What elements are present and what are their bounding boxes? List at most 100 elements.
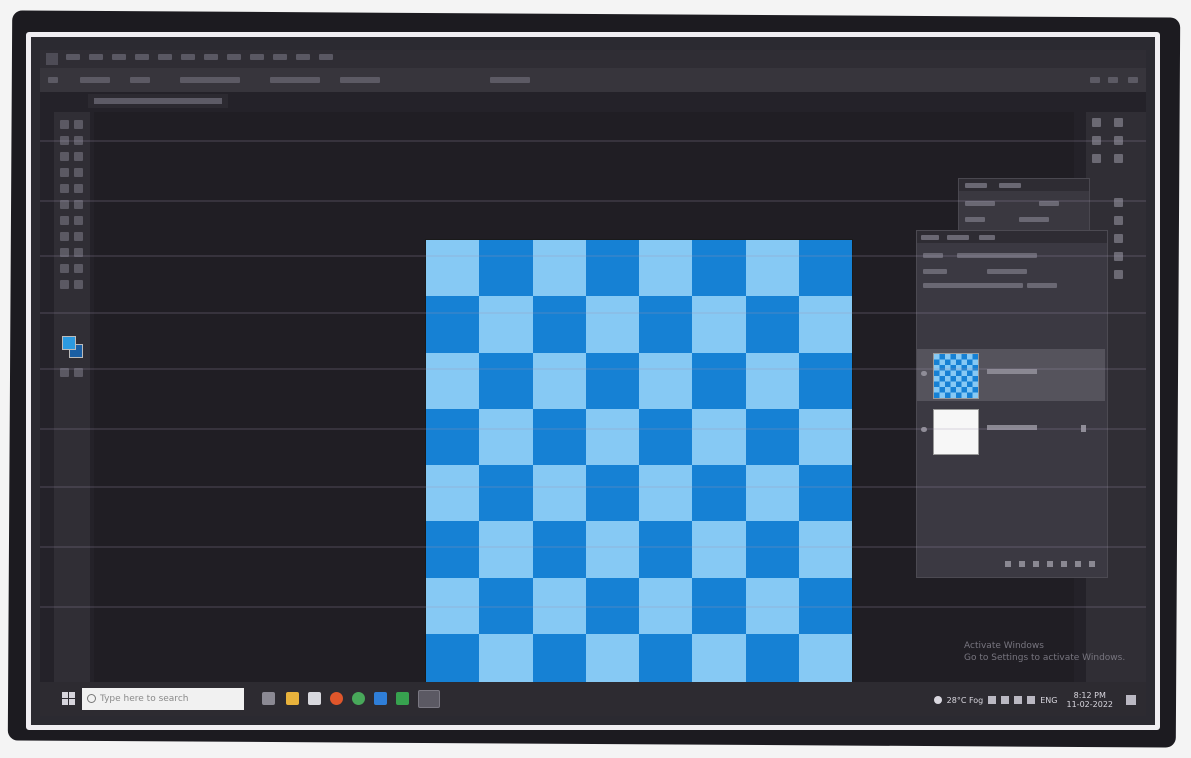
checker-square-light xyxy=(745,352,799,409)
menu-plugins[interactable] xyxy=(273,54,287,60)
taskbar-clock[interactable]: 8:12 PM 11-02-2022 xyxy=(1067,691,1114,709)
auto-select-option[interactable] xyxy=(80,77,110,83)
mail-icon[interactable] xyxy=(374,692,387,705)
fx-icon[interactable] xyxy=(1019,561,1025,567)
moire-line xyxy=(40,368,1146,370)
menu-window[interactable] xyxy=(296,54,310,60)
battery-icon[interactable] xyxy=(1001,696,1010,704)
layer-row-background[interactable] xyxy=(917,405,1105,457)
stamp-tool-icon[interactable] xyxy=(74,184,83,193)
move-tool-icon[interactable] xyxy=(60,120,69,129)
tab-properties[interactable] xyxy=(965,183,987,188)
fill-field[interactable] xyxy=(1027,283,1057,288)
menu-type[interactable] xyxy=(158,54,172,60)
checker-square-dark xyxy=(585,465,639,522)
foreground-color-swatch[interactable] xyxy=(62,336,76,350)
weather-icon[interactable] xyxy=(933,696,942,704)
share-icon[interactable] xyxy=(1128,77,1138,83)
moire-line xyxy=(40,606,1146,608)
eyedropper-tool-icon[interactable] xyxy=(60,168,69,177)
gradient-tool-icon[interactable] xyxy=(60,216,69,225)
opacity-field[interactable] xyxy=(987,269,1027,274)
zoom-tool-icon[interactable] xyxy=(60,280,69,289)
link-layers-icon[interactable] xyxy=(1005,561,1011,567)
tools-panel xyxy=(54,112,90,692)
menu-layer[interactable] xyxy=(135,54,149,60)
visibility-eye-icon[interactable] xyxy=(921,371,927,376)
hand-tool-icon[interactable] xyxy=(74,264,83,273)
language-indicator[interactable]: ENG xyxy=(1040,696,1057,705)
artboard-tool-icon[interactable] xyxy=(74,120,83,129)
menu-view[interactable] xyxy=(250,54,264,60)
more-tools-icon[interactable] xyxy=(74,280,83,289)
menu-select[interactable] xyxy=(181,54,195,60)
pen-tool-icon[interactable] xyxy=(74,232,83,241)
menu-image[interactable] xyxy=(112,54,126,60)
trash-icon[interactable] xyxy=(1089,561,1095,567)
crop-tool-icon[interactable] xyxy=(74,152,83,161)
app-green-icon[interactable] xyxy=(396,692,409,705)
store-icon[interactable] xyxy=(308,692,321,705)
checker-square-dark xyxy=(479,352,533,409)
chat-icon[interactable] xyxy=(352,692,365,705)
taskbar-search-input[interactable]: Type here to search xyxy=(82,688,244,710)
properties-panel-tabs xyxy=(959,179,1089,191)
menu-filter[interactable] xyxy=(204,54,218,60)
quick-select-tool-icon[interactable] xyxy=(60,152,69,161)
volume-icon[interactable] xyxy=(1027,696,1036,704)
search-icon[interactable] xyxy=(1090,77,1100,83)
patterns-panel-icon[interactable] xyxy=(1092,154,1101,163)
shape-tool-icon[interactable] xyxy=(60,264,69,273)
workspace-icon[interactable] xyxy=(1108,77,1118,83)
watermark-title: Activate Windows xyxy=(964,641,1044,651)
browser-icon[interactable] xyxy=(330,692,343,705)
3d-mode-buttons[interactable] xyxy=(490,77,530,83)
layer-dropdown[interactable] xyxy=(130,77,150,83)
align-buttons[interactable] xyxy=(270,77,320,83)
brush-tool-icon[interactable] xyxy=(60,184,69,193)
menu-edit[interactable] xyxy=(89,54,103,60)
transform-controls-option[interactable] xyxy=(180,77,240,83)
wifi-icon[interactable] xyxy=(1014,696,1023,704)
adjustments-panel-icon[interactable] xyxy=(1114,154,1123,163)
menu-3d[interactable] xyxy=(227,54,241,60)
add-mask-icon[interactable] xyxy=(1033,561,1039,567)
color-panel-icon[interactable] xyxy=(1114,118,1123,127)
checker-square-light xyxy=(532,465,586,522)
history-panel-icon[interactable] xyxy=(1092,118,1101,127)
chevron-up-icon[interactable] xyxy=(988,696,997,704)
photoshop-taskbar-icon[interactable] xyxy=(418,690,440,708)
new-layer-icon[interactable] xyxy=(1075,561,1081,567)
menu-help[interactable] xyxy=(319,54,333,60)
blend-mode-dropdown[interactable] xyxy=(923,269,947,274)
checker-square-dark xyxy=(426,408,480,465)
tab-channels[interactable] xyxy=(947,235,969,240)
dodge-tool-icon[interactable] xyxy=(60,232,69,241)
brushes-panel-icon[interactable] xyxy=(1114,216,1123,225)
task-view-icon[interactable] xyxy=(262,692,275,705)
paths-panel-icon[interactable] xyxy=(1114,234,1123,243)
healing-tool-icon[interactable] xyxy=(74,168,83,177)
tab-adjustments[interactable] xyxy=(999,183,1021,188)
windows-start-icon[interactable] xyxy=(62,692,75,705)
checkerboard-canvas[interactable] xyxy=(426,240,852,690)
checker-square-dark xyxy=(532,296,586,353)
photoshop-logo-icon[interactable] xyxy=(46,53,58,65)
lock-options[interactable] xyxy=(923,283,1023,288)
file-explorer-icon[interactable] xyxy=(286,692,299,705)
layer-row-checkerboard[interactable] xyxy=(917,349,1105,401)
group-icon[interactable] xyxy=(1061,561,1067,567)
menu-file[interactable] xyxy=(66,54,80,60)
checker-square-dark xyxy=(532,408,586,465)
document-tab[interactable] xyxy=(88,94,228,108)
adjustment-layer-icon[interactable] xyxy=(1047,561,1053,567)
blur-tool-icon[interactable] xyxy=(74,216,83,225)
notification-icon[interactable] xyxy=(1126,695,1136,705)
checker-square-dark xyxy=(798,465,852,522)
move-tool-icon[interactable] xyxy=(48,77,58,83)
distribute-buttons[interactable] xyxy=(340,77,380,83)
tab-paths[interactable] xyxy=(979,235,995,240)
tab-layers[interactable] xyxy=(921,235,939,240)
weather-text[interactable]: 28°C Fog xyxy=(947,696,984,705)
layers-panel-icon[interactable] xyxy=(1114,270,1123,279)
